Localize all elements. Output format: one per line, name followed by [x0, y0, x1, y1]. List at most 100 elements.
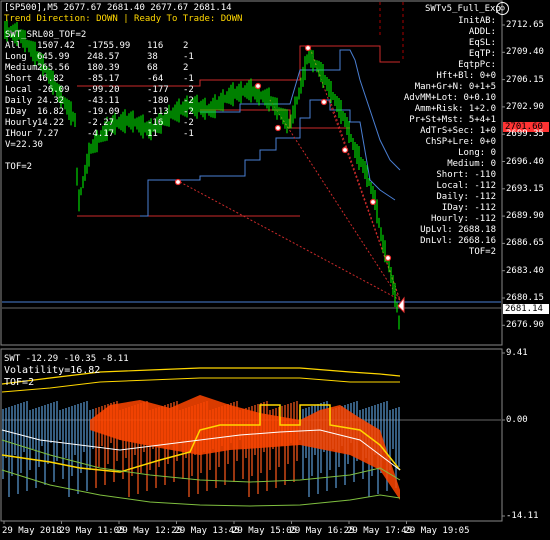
price-axis-label: 2699.35: [506, 129, 544, 140]
stats-cell: 265.56: [37, 63, 70, 73]
signal-marker: [274, 124, 282, 132]
panel-row: EqtpPc:: [458, 60, 496, 70]
stats-cell: Local: [5, 85, 33, 95]
panel-row: Pr+St+Mst: 5+4+1: [409, 115, 496, 125]
stats-row: IDay 16.82 -19.09 -113 -2: [5, 107, 194, 118]
ea-status-panel: InitAB: ADDL: EqSL: EqTP: EqtpPc: Hft+Bl: 0+0…: [396, 16, 496, 258]
stats-cell: 116: [147, 41, 164, 51]
stats-cell: -4.17: [87, 129, 115, 139]
signal-marker: [254, 82, 262, 90]
stats-cell: Long: [5, 52, 27, 62]
price-axis-label: 2706.15: [506, 74, 544, 85]
signal-marker: [304, 44, 312, 52]
price-axis-label: 2702.90: [506, 101, 544, 112]
panel-row: AdvMM+Lot: 0+0.10: [403, 93, 496, 103]
stats-cell: Short: [5, 74, 33, 84]
trend-direction-text: Trend Direction: DOWN | Ready To Trade: …: [4, 14, 243, 24]
stats-row: All 1507.42 -1755.99 116 2: [5, 41, 188, 52]
stats-cell: Hourly: [5, 118, 38, 128]
stats-cell: -2: [183, 85, 194, 95]
stats-cell: 68: [147, 63, 158, 73]
panel-row: IDay: -112: [441, 203, 496, 213]
panel-row: Daily: -112: [436, 192, 496, 202]
stats-cell: 24.32: [37, 96, 65, 106]
price-axis-label: 2712.65: [506, 20, 544, 30]
time-axis-label: 29 May 11:05: [59, 526, 125, 536]
indicator-volatility: Volatility=16.82: [4, 365, 101, 376]
indicator-axis-bottom: -14.11: [506, 511, 539, 521]
smiley-face-icon[interactable]: ☺: [496, 2, 509, 15]
time-axis-label: 29 May 12:25: [117, 526, 183, 536]
trend-line-3: [269, 99, 401, 301]
stats-row: Short 46.82 -85.17 -64 -1: [5, 74, 194, 85]
expert-advisor-name: SWTv5_Full_Exp: [425, 4, 501, 14]
stats-cell: -177: [147, 85, 169, 95]
signal-marker: [384, 254, 392, 262]
stats-row: IHour 7.27 -4.17 11 -1: [5, 129, 194, 140]
stats-sub-label: SWT_SRL08_TOF=2: [5, 30, 87, 40]
stats-cell: -16: [147, 118, 164, 128]
indicator-axis-top: 9.41: [506, 348, 528, 358]
stats-cell: -64: [147, 74, 164, 84]
stats-cell: 16.82: [37, 107, 65, 117]
stats-cell: -43.11: [87, 96, 120, 106]
stats-cell: Daily: [5, 96, 33, 106]
price-axis-label: 2686.65: [506, 238, 544, 249]
indicator-upper-band-2: [1, 377, 400, 393]
panel-row: ADDL:: [468, 27, 496, 37]
trend-line-1: [179, 181, 401, 301]
panel-row: Amm+Risk: 1+2.0: [414, 104, 496, 114]
stats-cell: -1755.99: [87, 41, 131, 51]
panel-row: EqSL:: [468, 38, 496, 48]
signal-marker: [341, 146, 349, 154]
stats-cell: -19.09: [87, 107, 120, 117]
stats-cell: 248.57: [87, 52, 120, 62]
panel-row: DnLvl: 2668.16: [420, 236, 496, 246]
stats-row: Hourly 14.22 -2.27 -16 -2: [5, 118, 194, 129]
stats-row: Local -26.09 -99.20 -177 -2: [5, 85, 194, 96]
indicator-tof: TOF=2: [4, 377, 35, 388]
strategy-stats-table: SWT_SRL08_TOF=2 All 1507.42 -1755.99 116 2 Lo…: [5, 30, 194, 173]
stats-cell: Medium: [5, 63, 38, 73]
panel-row: AdTrS+Sec: 1+0: [420, 126, 496, 136]
chart-symbol-info: [SP500],M5 2677.67 2681.40 2677.67 2681.…: [4, 3, 232, 13]
stats-cell: -180: [147, 96, 169, 106]
stats-cell: -99.20: [87, 85, 120, 95]
price-axis-label: 2683.40: [506, 265, 544, 276]
indicator-title: SWT -12.29 -10.35 -8.11: [4, 354, 129, 364]
time-axis-label: 29 May 13:45: [174, 526, 240, 536]
panel-row: Local: -112: [436, 181, 496, 191]
stats-cell: -85.17: [87, 74, 120, 84]
stats-cell: -2: [183, 96, 194, 106]
panel-row: ChSP+Lre: 0+0: [425, 137, 496, 147]
signal-marker: [174, 178, 182, 186]
stats-cell: -1: [183, 52, 194, 62]
time-axis-label: 29 May 2018: [2, 526, 62, 536]
stats-volume: V=22.30: [5, 140, 43, 150]
stats-cell: -1: [183, 74, 194, 84]
panel-row: InitAB:: [458, 16, 496, 26]
panel-row: EqTP:: [468, 49, 496, 59]
last-price-arrow: [397, 296, 405, 314]
stats-cell: -2: [183, 107, 194, 117]
time-axis-label: 29 May 16:25: [289, 526, 355, 536]
stats-cell: IHour: [5, 129, 33, 139]
stats-cell: 7.27: [37, 129, 59, 139]
stats-row: Long 645.99 248.57 38 -1: [5, 52, 194, 63]
signal-marker: [369, 198, 377, 206]
indicator-axis-zero: 0.00: [506, 415, 528, 425]
price-axis-label: 2680.15: [506, 293, 544, 303]
price-axis-label: 2696.40: [506, 156, 544, 167]
stats-cell: 14.22: [37, 118, 65, 128]
stats-tof: TOF=2: [5, 162, 33, 172]
stats-cell: 1507.42: [37, 41, 75, 51]
stats-cell: 2: [183, 63, 189, 73]
price-axis-label: 2693.15: [506, 183, 544, 194]
panel-row: Hourly: -112: [430, 214, 496, 224]
panel-row: Short: -110: [436, 170, 496, 180]
time-axis-label: 29 May 19:05: [404, 526, 470, 536]
stats-cell: 2: [183, 41, 189, 51]
panel-row: UpLvl: 2688.18: [420, 225, 496, 235]
stats-row: Medium 265.56 180.39 68 2: [5, 63, 188, 74]
panel-row: Long: 0: [458, 148, 496, 158]
